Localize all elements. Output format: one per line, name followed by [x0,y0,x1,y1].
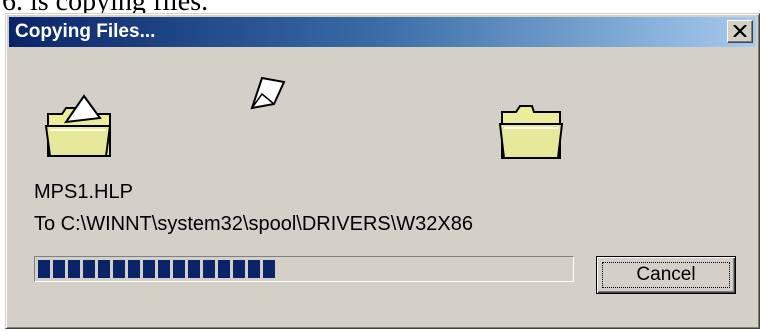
title-bar[interactable]: Copying Files... [9,17,756,47]
destination-folder-icon [498,105,564,159]
copy-progress-bar [34,256,574,282]
copy-files-dialog: Copying Files... MPS1.HLP To C:\WINNT\sy… [5,13,760,329]
close-button[interactable] [727,20,753,43]
dialog-title: Copying Files... [15,21,156,42]
close-icon [733,25,747,37]
progress-fill [38,260,278,278]
cancel-button-label: Cancel [602,262,730,288]
destination-path: To C:\WINNT\system32\spool\DRIVERS\W32X8… [34,213,474,235]
flying-document-icon [250,76,286,110]
source-folder-icon [44,94,112,157]
cancel-button[interactable]: Cancel [596,256,736,294]
current-file-name: MPS1.HLP [34,181,133,203]
